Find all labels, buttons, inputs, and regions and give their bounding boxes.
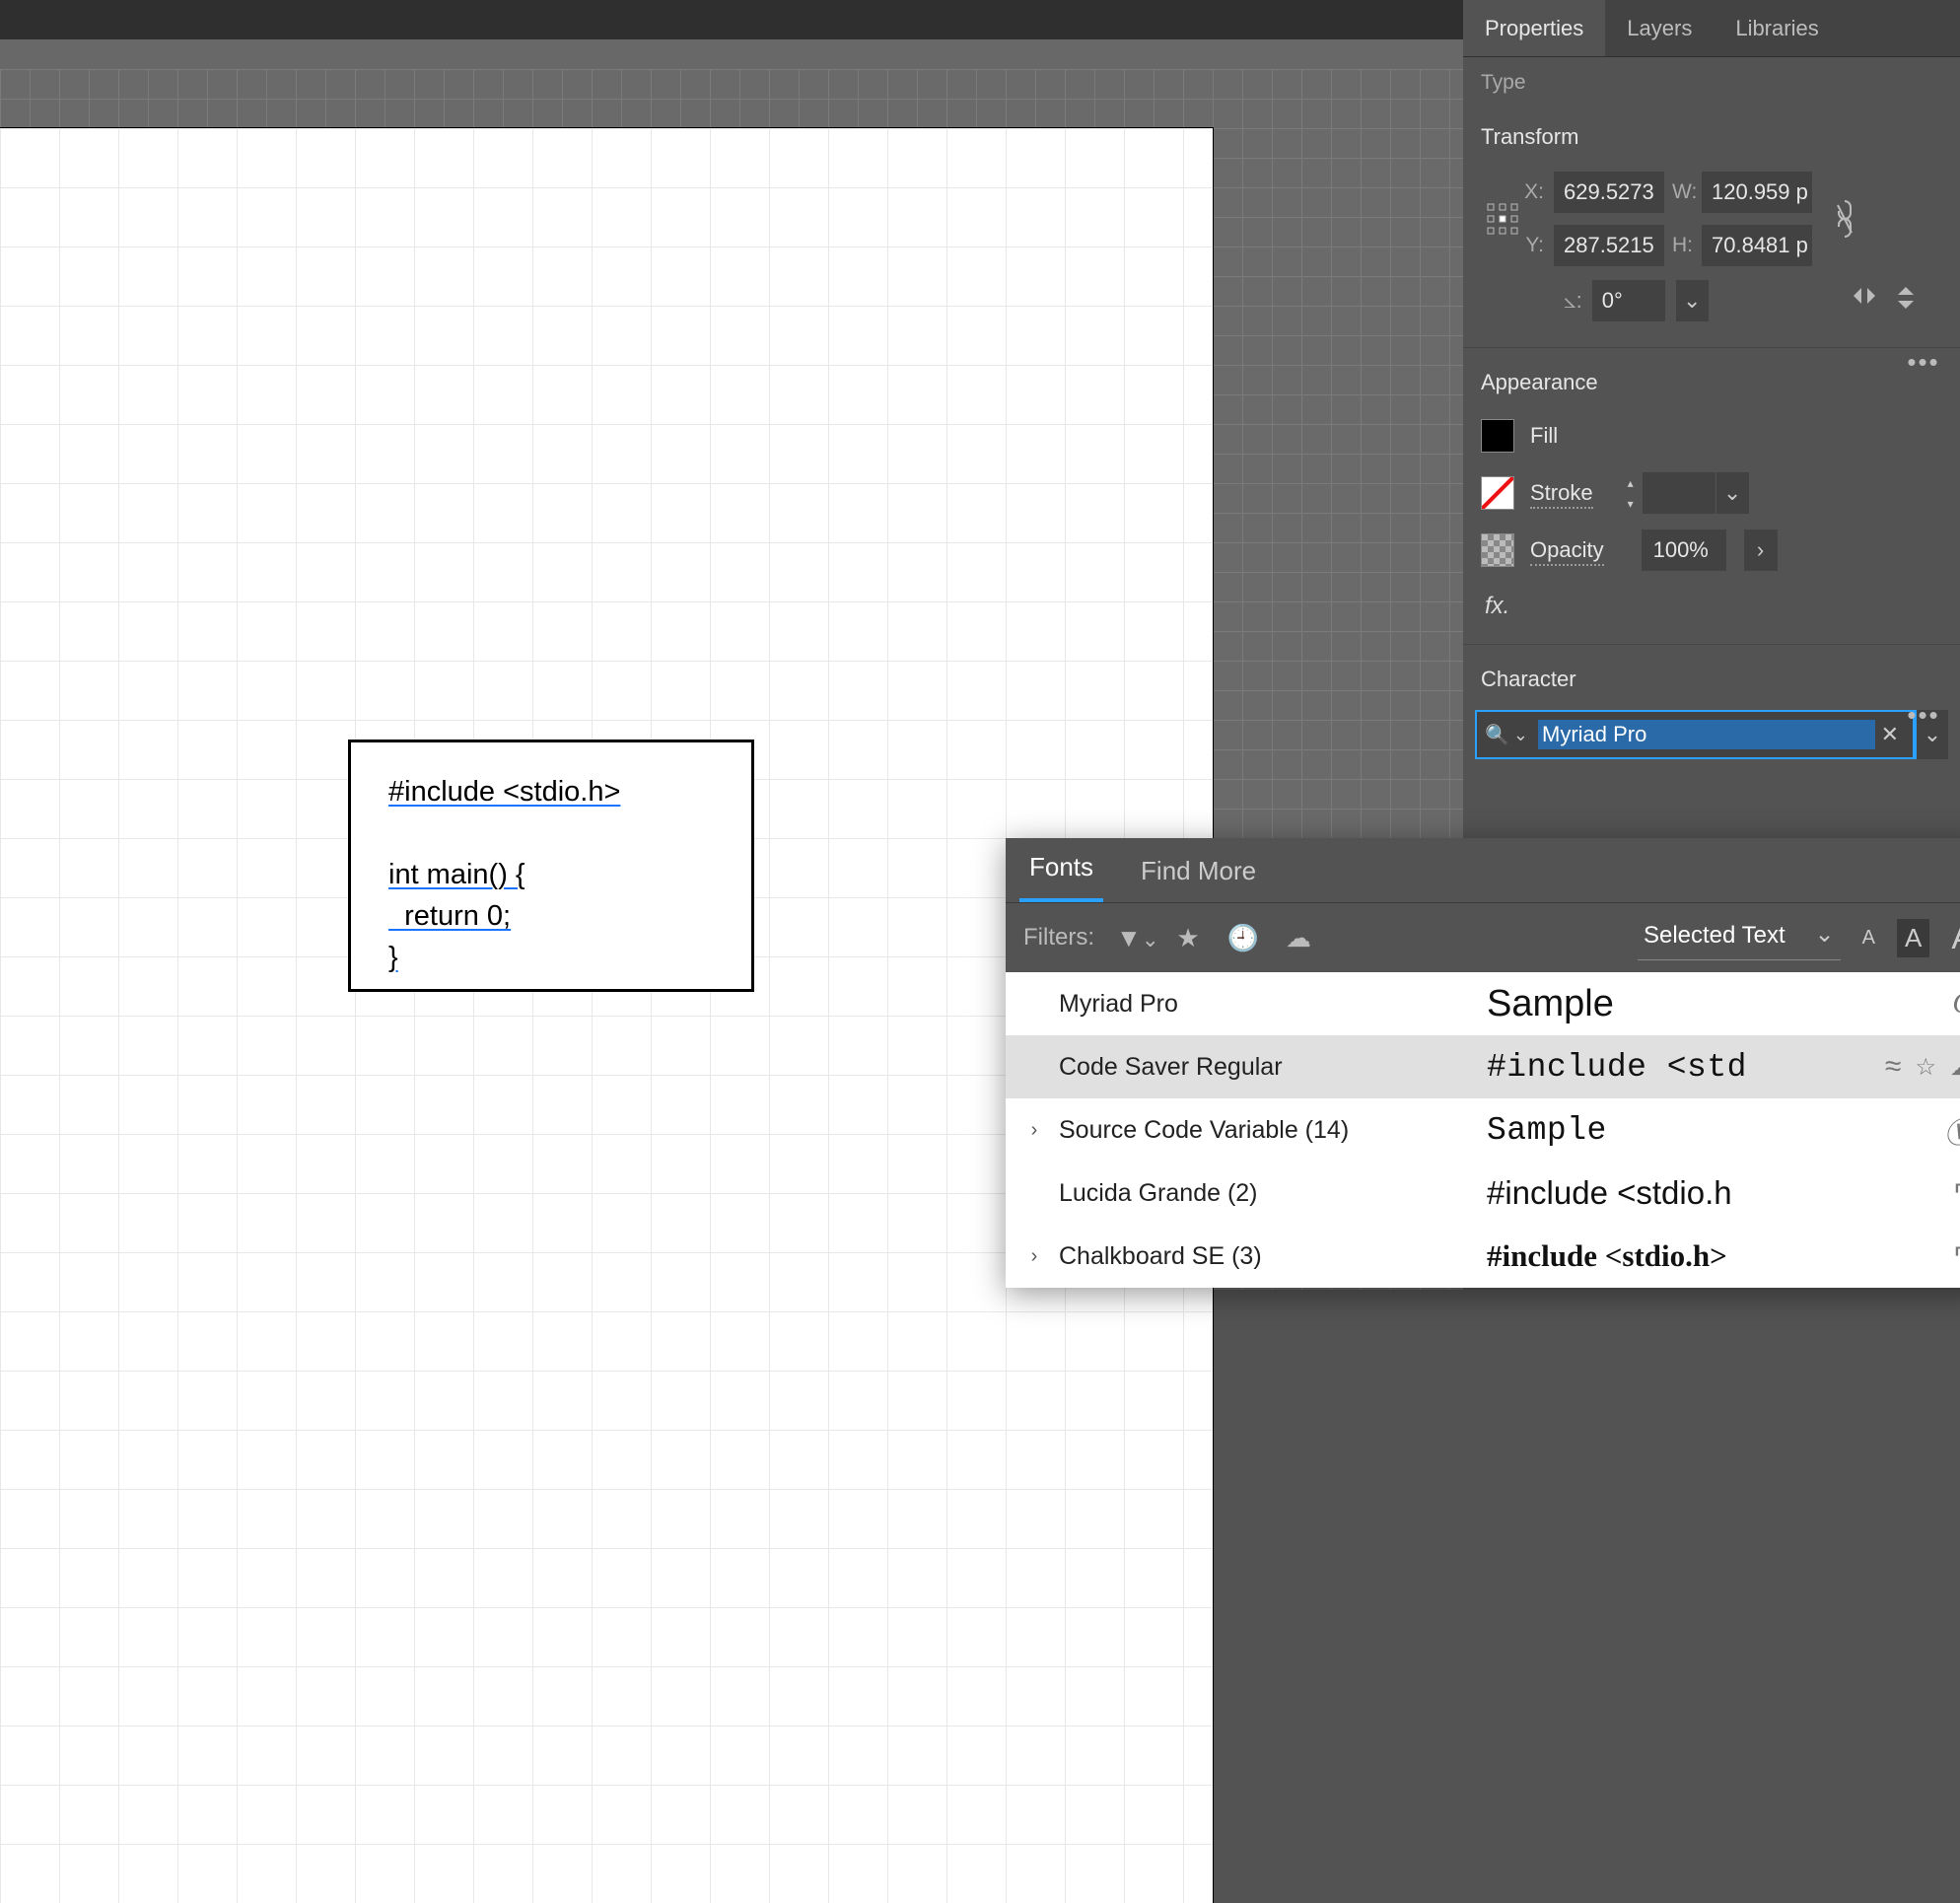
sample-size-medium[interactable]: A: [1897, 919, 1929, 957]
activate-icon[interactable]: ☁: [1950, 1053, 1960, 1082]
x-input[interactable]: 629.5273: [1554, 172, 1664, 213]
appearance-heading: Appearance: [1463, 348, 1960, 407]
filter-classification-icon[interactable]: ▼⌄: [1116, 923, 1150, 953]
tab-layers[interactable]: Layers: [1605, 0, 1714, 56]
font-name: Lucida Grande (2): [1059, 1179, 1473, 1208]
filters-label: Filters:: [1023, 924, 1094, 952]
filter-indicator-icon: ⌄: [1513, 725, 1538, 745]
font-row-code-saver[interactable]: Code Saver Regular #include <std ≈ ☆ ☁: [1006, 1035, 1960, 1098]
find-more-tab[interactable]: Find More: [1131, 842, 1266, 902]
reference-point-icon[interactable]: [1481, 201, 1524, 237]
font-row-source-code-variable[interactable]: › Source Code Variable (14) Sample Ⓥ: [1006, 1098, 1960, 1162]
stroke-stepper[interactable]: ▴▾: [1619, 472, 1643, 514]
similar-icon[interactable]: ≈: [1885, 1050, 1901, 1084]
angle-row: ⦣: 0° ⌄: [1463, 280, 1960, 333]
transform-grid: X: 629.5273 W: 120.959 p Y: 287.5215 H: …: [1463, 162, 1960, 280]
fx-button[interactable]: fx.: [1463, 579, 1960, 630]
font-sample: #include <std: [1487, 1049, 1871, 1086]
font-type-truetype-icon: Ͳ: [1953, 1179, 1960, 1208]
angle-dropdown[interactable]: ⌄: [1675, 280, 1709, 321]
flip-vertical-icon[interactable]: [1895, 285, 1917, 317]
font-name: Source Code Variable (14): [1059, 1116, 1473, 1145]
opacity-expand-icon[interactable]: ›: [1744, 529, 1778, 571]
transform-more-icon[interactable]: •••: [1907, 347, 1940, 377]
stroke-weight-dropdown[interactable]: ⌄: [1715, 472, 1749, 514]
opacity-label[interactable]: Opacity: [1530, 537, 1604, 563]
tab-properties[interactable]: Properties: [1463, 0, 1605, 56]
opacity-swatch[interactable]: [1481, 533, 1514, 567]
font-sample: Sample: [1487, 1112, 1930, 1149]
font-picker-popup: Fonts Find More Filters: ▼⌄ ★ 🕘 ☁ Select…: [1006, 838, 1960, 1288]
stroke-swatch[interactable]: [1481, 476, 1514, 510]
font-type-icon: O: [1952, 987, 1960, 1021]
font-row-lucida-grande[interactable]: Lucida Grande (2) #include <stdio.h Ͳ: [1006, 1162, 1960, 1225]
appearance-more-icon[interactable]: •••: [1907, 700, 1940, 730]
fill-label: Fill: [1530, 423, 1558, 449]
font-type-truetype-icon: Ͳ: [1953, 1242, 1960, 1271]
h-label: H:: [1672, 234, 1702, 257]
text-content[interactable]: #include <stdio.h> int main() { return 0…: [388, 772, 732, 979]
transform-heading: Transform: [1463, 103, 1960, 162]
filter-favorite-icon[interactable]: ★: [1171, 923, 1205, 953]
angle-icon: ⦣:: [1564, 288, 1582, 314]
h-input[interactable]: 70.8481 p: [1702, 225, 1812, 266]
tab-libraries[interactable]: Libraries: [1714, 0, 1840, 56]
font-name: Myriad Pro: [1059, 990, 1473, 1019]
character-heading: Character: [1463, 645, 1960, 704]
sample-size-small[interactable]: A: [1862, 927, 1875, 950]
font-family-value[interactable]: Myriad Pro: [1538, 720, 1875, 749]
font-name: Code Saver Regular: [1059, 1053, 1473, 1082]
link-wh-icon[interactable]: [1820, 199, 1869, 239]
appearance-section: Fill Stroke ▴▾ ⌄ Opacity 100% ›: [1463, 407, 1960, 579]
font-sample: Sample: [1487, 983, 1938, 1025]
w-label: W:: [1672, 180, 1702, 204]
fill-swatch[interactable]: [1481, 419, 1514, 453]
font-family-input[interactable]: 🔍 ⌄ Myriad Pro ✕: [1475, 710, 1915, 759]
font-row-chalkboard-se[interactable]: › Chalkboard SE (3) #include <stdio.h> Ͳ: [1006, 1225, 1960, 1288]
y-label: Y:: [1524, 234, 1554, 257]
font-type-variable-icon: Ⓥ: [1944, 1108, 1960, 1152]
font-row-myriad-pro[interactable]: Myriad Pro Sample O: [1006, 972, 1960, 1035]
flip-horizontal-icon[interactable]: [1852, 285, 1877, 317]
favorite-icon[interactable]: ☆: [1915, 1053, 1936, 1082]
y-input[interactable]: 287.5215: [1554, 225, 1664, 266]
expand-icon[interactable]: ›: [1023, 1245, 1045, 1268]
font-sample: #include <stdio.h: [1487, 1174, 1939, 1212]
filter-recent-icon[interactable]: 🕘: [1226, 923, 1260, 953]
selection-type: Type: [1463, 57, 1960, 103]
search-icon: 🔍: [1485, 723, 1513, 747]
fonts-tab[interactable]: Fonts: [1019, 838, 1103, 902]
sample-text-dropdown[interactable]: Selected Text: [1638, 916, 1841, 960]
font-list[interactable]: ⌃ Myriad Pro Sample O Code Saver Regular…: [1006, 972, 1960, 1288]
font-name: Chalkboard SE (3): [1059, 1242, 1473, 1271]
font-sample: #include <stdio.h>: [1487, 1238, 1939, 1274]
stroke-label[interactable]: Stroke: [1530, 480, 1593, 506]
panel-tabs: Properties Layers Libraries: [1463, 0, 1960, 57]
stroke-weight-input[interactable]: [1643, 472, 1715, 514]
ruler-horizontal: [0, 39, 1467, 69]
filter-activate-icon[interactable]: ☁: [1282, 923, 1315, 953]
text-frame[interactable]: #include <stdio.h> int main() { return 0…: [348, 740, 754, 992]
angle-input[interactable]: 0°: [1592, 280, 1665, 321]
clear-icon[interactable]: ✕: [1875, 722, 1905, 747]
x-label: X:: [1524, 180, 1554, 204]
expand-icon[interactable]: ›: [1023, 1119, 1045, 1142]
opacity-input[interactable]: 100%: [1642, 529, 1726, 571]
w-input[interactable]: 120.959 p: [1702, 172, 1812, 213]
sample-size-large[interactable]: A: [1951, 919, 1960, 957]
